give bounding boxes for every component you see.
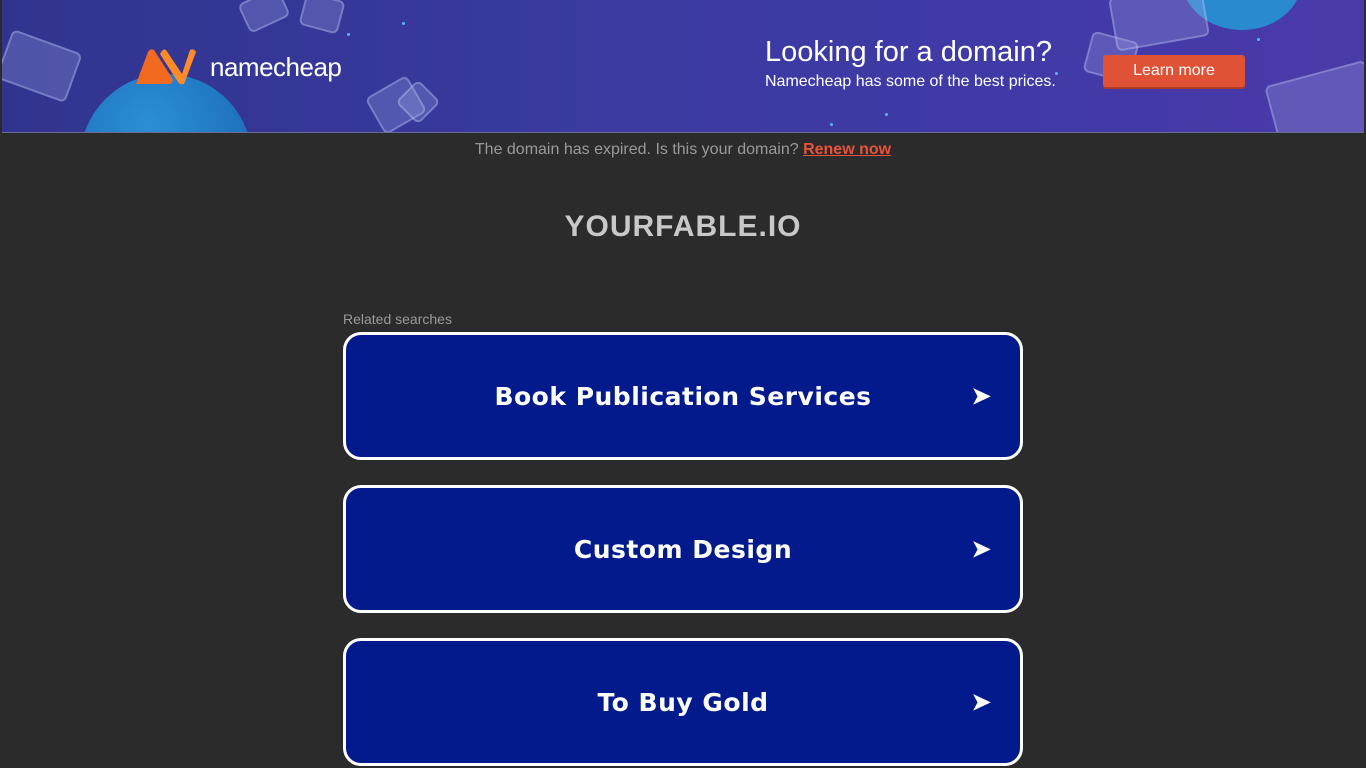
card-decoration — [2, 28, 83, 104]
learn-more-button[interactable]: Learn more — [1103, 55, 1245, 87]
dot-decoration — [347, 33, 350, 36]
related-search-label: Custom Design — [573, 534, 793, 564]
dot-decoration — [1257, 38, 1260, 41]
promo-subtitle: Namecheap has some of the best prices. — [765, 73, 1056, 90]
arrow-right-icon: ➤ — [970, 686, 992, 717]
related-search-button[interactable]: To Buy Gold ➤ — [343, 638, 1023, 766]
related-search-label: To Buy Gold — [597, 687, 769, 717]
namecheap-logo[interactable]: namecheap — [132, 48, 342, 86]
brand-name: namecheap — [210, 51, 342, 82]
namecheap-logo-icon — [136, 49, 196, 85]
arrow-right-icon: ➤ — [970, 380, 992, 411]
expired-notice-text: The domain has expired. Is this your dom… — [474, 141, 799, 158]
dot-decoration — [402, 22, 405, 25]
dot-decoration — [885, 113, 888, 116]
arrow-right-icon: ➤ — [970, 533, 992, 564]
related-search-button[interactable]: Custom Design ➤ — [343, 485, 1023, 613]
card-decoration — [1264, 59, 1364, 132]
promo-title: Looking for a domain? — [765, 36, 1052, 68]
dot-decoration — [830, 123, 833, 126]
renew-now-link[interactable]: Renew now — [803, 141, 891, 158]
card-decoration — [237, 0, 291, 34]
expired-notice: The domain has expired. Is this your dom… — [0, 141, 1366, 159]
promo-text: Looking for a domain? Namecheap has some… — [765, 34, 1056, 92]
related-searches-label: Related searches — [343, 311, 452, 327]
card-decoration — [298, 0, 346, 35]
related-search-button[interactable]: Book Publication Services ➤ — [343, 332, 1023, 460]
card-decoration — [1108, 0, 1210, 52]
related-search-label: Book Publication Services — [494, 381, 872, 411]
domain-title: YOURFABLE.IO — [564, 210, 802, 243]
namecheap-banner[interactable]: namecheap Looking for a domain? Namechea… — [2, 0, 1364, 133]
